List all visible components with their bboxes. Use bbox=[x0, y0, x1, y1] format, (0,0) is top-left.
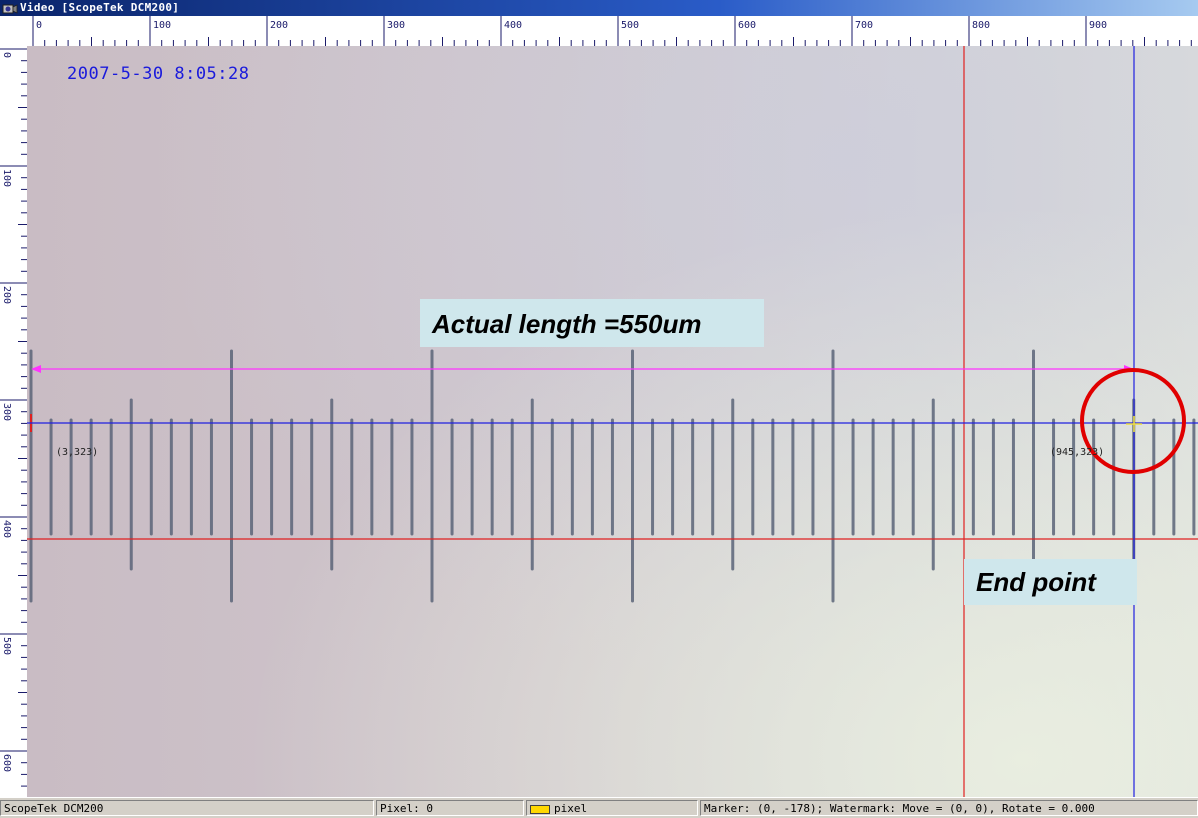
v-ruler-label: 400 bbox=[1, 520, 12, 538]
microscope-image bbox=[27, 46, 1198, 797]
v-ruler-label: 600 bbox=[1, 754, 12, 772]
v-ruler-label: 100 bbox=[1, 169, 12, 187]
status-marker-readout: Marker: (0, -178); Watermark: Move = (0,… bbox=[700, 800, 1198, 816]
status-unit-label: pixel bbox=[554, 802, 588, 815]
h-ruler-label: 300 bbox=[387, 20, 405, 31]
h-ruler-label: 100 bbox=[153, 20, 171, 31]
h-ruler-label: 0 bbox=[36, 20, 42, 31]
end-point-callout: End point bbox=[964, 559, 1137, 605]
end-point-coordinate: (945,323) bbox=[1050, 447, 1105, 458]
ruler-unit-icon bbox=[530, 804, 550, 814]
start-point-coordinate: (3,323) bbox=[56, 447, 99, 458]
h-ruler-label: 900 bbox=[1089, 20, 1107, 31]
h-ruler-label: 500 bbox=[621, 20, 639, 31]
vertical-ruler[interactable]: 0 100 200 300 400 500 600 bbox=[0, 46, 28, 797]
h-ruler-label: 600 bbox=[738, 20, 756, 31]
timestamp-overlay: 2007-5-30 8:05:28 bbox=[67, 64, 250, 84]
v-ruler-label: 200 bbox=[1, 286, 12, 304]
status-pixel-readout: Pixel: 0 bbox=[376, 800, 524, 816]
ruler-corner bbox=[0, 16, 28, 47]
status-unit[interactable]: pixel bbox=[526, 800, 698, 816]
h-ruler-label: 700 bbox=[855, 20, 873, 31]
video-viewport[interactable]: 2007-5-30 8:05:28 (3,323) (945,323) Actu… bbox=[27, 46, 1198, 797]
actual-length-callout: Actual length =550um bbox=[420, 299, 764, 347]
v-ruler-label: 500 bbox=[1, 637, 12, 655]
status-bar: ScopeTek DCM200 Pixel: 0 pixel Marker: (… bbox=[0, 797, 1198, 818]
h-ruler-label: 400 bbox=[504, 20, 522, 31]
v-ruler-label: 300 bbox=[1, 403, 12, 421]
camera-app-icon bbox=[2, 4, 18, 14]
window-title: Video [ScopeTek DCM200] bbox=[20, 1, 180, 14]
title-bar: Video [ScopeTek DCM200] bbox=[0, 0, 1198, 16]
horizontal-ruler[interactable]: 0 100 200 300 400 500 600 700 800 900 bbox=[27, 16, 1198, 47]
status-app-name: ScopeTek DCM200 bbox=[0, 800, 374, 816]
h-ruler-label: 800 bbox=[972, 20, 990, 31]
h-ruler-label: 200 bbox=[270, 20, 288, 31]
v-ruler-label: 0 bbox=[1, 52, 12, 58]
